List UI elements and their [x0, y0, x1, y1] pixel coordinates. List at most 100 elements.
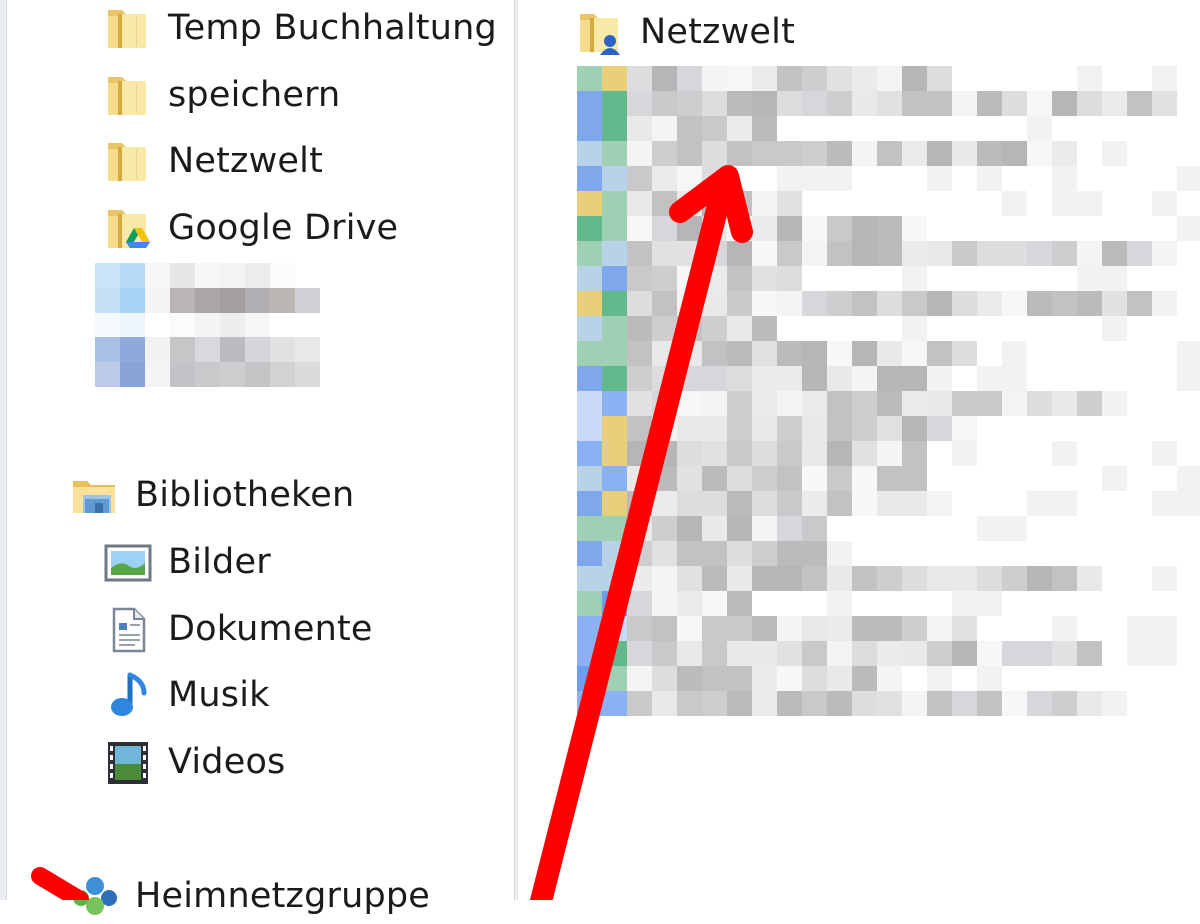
pixel-block: [802, 466, 827, 491]
pixel-block: [827, 91, 852, 116]
pixel-block: [577, 316, 602, 341]
pixel-block: [1102, 366, 1127, 391]
pixel-block: [877, 316, 902, 341]
pixel-block: [1027, 66, 1052, 91]
pixel-block: [802, 541, 827, 566]
nav-item-temp-buchhaltung[interactable]: Temp Buchhaltung: [104, 2, 497, 54]
pixel-block: [877, 391, 902, 416]
pixel-block: [1052, 141, 1077, 166]
pixel-block: [977, 416, 1002, 441]
pixel-block: [602, 541, 627, 566]
pixel-block: [1152, 491, 1177, 516]
pixel-block: [1127, 541, 1152, 566]
pixel-block: [952, 116, 977, 141]
pixel-block: [702, 116, 727, 141]
pixel-block: [1027, 191, 1052, 216]
pixel-block: [802, 641, 827, 666]
pixel-block: [1177, 141, 1200, 166]
pixel-block: [852, 491, 877, 516]
pixel-block: [652, 441, 677, 466]
pixel-block: [702, 691, 727, 716]
pixel-block: [602, 191, 627, 216]
pixel-block: [827, 391, 852, 416]
pixel-block: [777, 241, 802, 266]
pixel-block: [1002, 316, 1027, 341]
pixel-block: [1052, 166, 1077, 191]
nav-item-netzwelt[interactable]: Netzwelt: [104, 135, 323, 187]
pixel-block: [652, 666, 677, 691]
pixel-block: [1027, 441, 1052, 466]
pixel-block: [652, 241, 677, 266]
pixel-block: [777, 66, 802, 91]
pixel-block: [1127, 166, 1152, 191]
pixel-block: [877, 516, 902, 541]
pixel-block: [802, 266, 827, 291]
pixel-block: [752, 191, 777, 216]
pixel-block: [1177, 441, 1200, 466]
pixel-block: [1152, 366, 1177, 391]
pixel-block: [1002, 466, 1027, 491]
pixel-block: [1027, 641, 1052, 666]
pixel-block: [802, 141, 827, 166]
pixel-block: [1027, 291, 1052, 316]
nav-item-heimnetzgruppe[interactable]: Heimnetzgruppe: [71, 870, 430, 922]
pixel-block: [1002, 641, 1027, 666]
pixel-block: [752, 591, 777, 616]
nav-item-bilder[interactable]: Bilder: [104, 536, 271, 588]
nav-item-videos[interactable]: Videos: [104, 736, 286, 788]
pixel-block: [802, 166, 827, 191]
pixel-block: [877, 266, 902, 291]
pixel-block: [1002, 216, 1027, 241]
pixel-block: [627, 616, 652, 641]
documents-icon: [104, 605, 152, 653]
nav-item-speichern[interactable]: speichern: [104, 69, 340, 121]
nav-item-google-drive[interactable]: Google Drive: [104, 202, 398, 254]
pixel-block: [827, 416, 852, 441]
pixel-block: [802, 291, 827, 316]
pixel-block: [1152, 466, 1177, 491]
pixel-block: [1002, 241, 1027, 266]
pixel-block: [702, 466, 727, 491]
pixel-block: [852, 566, 877, 591]
pixel-block: [927, 441, 952, 466]
pixel-block: [577, 66, 602, 91]
pixel-block: [1002, 291, 1027, 316]
pixel-block: [1102, 516, 1127, 541]
pixel-block: [952, 441, 977, 466]
pixel-block: [802, 416, 827, 441]
pixel-block: [677, 116, 702, 141]
pixel-block: [1152, 441, 1177, 466]
pixel-block: [952, 491, 977, 516]
pixel-block: [802, 591, 827, 616]
pixel-block: [952, 191, 977, 216]
pixel-block: [977, 66, 1002, 91]
pixel-block: [1077, 616, 1102, 641]
nav-item-dokumente[interactable]: Dokumente: [104, 603, 373, 655]
navigation-pane[interactable]: Temp Buchhaltung speichern Netzwelt Goog…: [7, 0, 514, 916]
pixel-block: [1152, 691, 1177, 716]
pixel-block: [977, 141, 1002, 166]
pixel-block: [577, 191, 602, 216]
pixel-block: [877, 641, 902, 666]
file-list-pane[interactable]: Netzwelt: [518, 0, 1200, 900]
pixel-block: [752, 641, 777, 666]
pixel-block: [1052, 591, 1077, 616]
pixel-block: [977, 216, 1002, 241]
pixel-block: [952, 316, 977, 341]
pixel-block: [1077, 241, 1102, 266]
pixel-block: [677, 91, 702, 116]
pixel-block: [927, 116, 952, 141]
pixel-block: [927, 366, 952, 391]
nav-item-label: Google Drive: [168, 208, 399, 248]
nav-item-musik[interactable]: Musik: [104, 669, 270, 721]
pixel-block: [1177, 541, 1200, 566]
pixel-block: [602, 591, 627, 616]
pixel-block: [927, 516, 952, 541]
pixel-block: [652, 291, 677, 316]
pixel-block: [752, 216, 777, 241]
file-item-netzwelt[interactable]: Netzwelt: [576, 6, 795, 58]
pixel-block: [727, 141, 752, 166]
nav-item-bibliotheken[interactable]: Bibliotheken: [71, 469, 354, 521]
nav-item-label: Bilder: [168, 542, 271, 582]
pixel-block: [1002, 391, 1027, 416]
